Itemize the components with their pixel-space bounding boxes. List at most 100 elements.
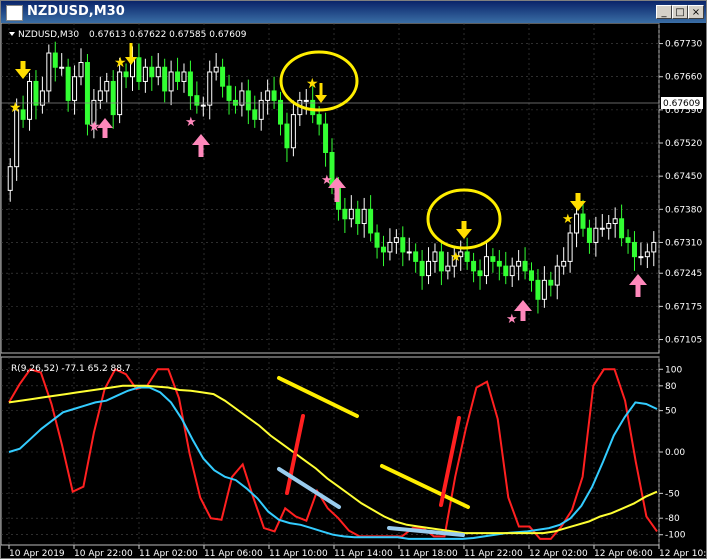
- candle-body: [471, 260, 477, 272]
- indicator-tick-label: 80: [665, 382, 677, 392]
- candle-body: [619, 218, 625, 239]
- candle-body: [368, 208, 374, 234]
- candle-body: [220, 66, 226, 87]
- candle-body: [445, 265, 451, 272]
- time-tick-label: 11 Apr 10:00: [269, 549, 328, 558]
- candle-body: [644, 251, 650, 258]
- indicator-axis: 100 80 50 0.00 -50 -80 -100: [659, 365, 686, 541]
- candle-body: [78, 62, 84, 78]
- candle-body: [496, 260, 502, 267]
- candle-body: [7, 166, 13, 191]
- candle-body: [561, 260, 567, 267]
- candle-body: [97, 90, 103, 101]
- candle-body: [213, 66, 219, 73]
- candle-body: [413, 251, 419, 262]
- candle-body: [271, 90, 277, 101]
- candle-body: [265, 90, 271, 101]
- candle-body: [548, 279, 554, 286]
- candle-body: [355, 208, 361, 225]
- indicator-tick-label: -80: [665, 514, 680, 524]
- candle-body: [194, 95, 200, 106]
- chart-canvas[interactable]: 0.677300.676600.675900.675200.674500.673…: [1, 23, 706, 558]
- candle-body: [477, 270, 483, 277]
- candle-body: [52, 52, 58, 68]
- time-tick-label: 12 Apr 10:00: [659, 549, 706, 558]
- price-tick-label: 0.67660: [665, 73, 702, 83]
- star-icon: ★: [88, 119, 101, 135]
- candle-body: [516, 260, 522, 267]
- candle-body: [14, 109, 20, 168]
- candle-body: [406, 251, 412, 254]
- candle-body: [200, 104, 206, 107]
- candle-body: [438, 251, 444, 272]
- candle-body: [651, 241, 657, 253]
- star-icon: ★: [450, 250, 462, 265]
- star-icon: ★: [9, 100, 22, 116]
- candle-body: [432, 251, 438, 262]
- time-tick-label: 11 Apr 22:00: [464, 549, 523, 558]
- indicator-tick-label: 100: [665, 365, 682, 375]
- indicator-tick-label: 0.00: [665, 448, 685, 458]
- candle-body: [393, 237, 399, 243]
- candle-body: [278, 99, 284, 125]
- candle-body: [586, 227, 592, 243]
- time-tick-label: 10 Apr 2019: [9, 549, 65, 558]
- price-tick-label: 0.67175: [665, 302, 702, 312]
- candle-body: [606, 223, 612, 229]
- price-tick-label: 0.67310: [665, 238, 702, 248]
- time-tick-label: 11 Apr 02:00: [139, 549, 198, 558]
- candle-body: [168, 71, 174, 92]
- candle-body: [612, 218, 618, 225]
- window-titlebar[interactable]: NZDUSD,M30 _ □ ×: [1, 1, 706, 23]
- candle-body: [46, 52, 52, 92]
- chart-app-icon: [6, 5, 23, 21]
- candle-body: [117, 71, 123, 116]
- maximize-button[interactable]: □: [672, 5, 688, 19]
- star-icon: ★: [506, 312, 518, 327]
- candle-body: [464, 251, 470, 262]
- candle-body: [503, 265, 509, 277]
- star-icon: ★: [185, 115, 197, 130]
- time-axis: 10 Apr 2019 10 Apr 22:00 11 Apr 02:00 11 Ap…: [8, 545, 706, 558]
- candle-body: [175, 71, 181, 82]
- candle-body: [187, 71, 193, 97]
- price-tick-label: 0.67520: [665, 139, 702, 149]
- price-tick-label: 0.67380: [665, 205, 702, 215]
- candle-body: [380, 246, 386, 253]
- time-tick-label: 10 Apr 22:00: [74, 549, 133, 558]
- candle-body: [323, 123, 329, 153]
- indicator-panel: [1, 356, 660, 546]
- candle-body: [27, 80, 33, 120]
- candle-body: [104, 80, 110, 92]
- candle-body: [316, 114, 322, 125]
- candle-body: [149, 66, 155, 78]
- candle-body: [310, 99, 316, 116]
- ohlc-label: 0.67613 0.67622 0.67585 0.67609: [89, 30, 247, 40]
- time-tick-label: 11 Apr 06:00: [204, 549, 263, 558]
- candle-body: [65, 66, 71, 101]
- indicator-header: R(9,26,52) -77.1 65.2 88.7: [11, 364, 131, 374]
- candle-body: [123, 71, 129, 78]
- candle-body: [541, 279, 547, 300]
- indicator-tick-label: -100: [665, 531, 686, 541]
- star-icon: ★: [321, 173, 333, 188]
- price-axis: 0.677300.676600.675900.675200.674500.673…: [659, 40, 702, 346]
- candle-body: [625, 237, 631, 243]
- candle-body: [535, 279, 541, 300]
- candle-body: [574, 213, 580, 234]
- candle-body: [567, 232, 573, 262]
- candle-body: [207, 71, 213, 106]
- candle-body: [387, 241, 393, 253]
- price-tick-label: 0.67730: [665, 40, 702, 50]
- minimize-button[interactable]: _: [656, 5, 672, 19]
- candle-body: [522, 260, 528, 272]
- candle-body: [483, 256, 489, 277]
- time-tick-label: 11 Apr 18:00: [399, 549, 458, 558]
- indicator-tick-label: 50: [665, 407, 677, 417]
- candle-body: [155, 66, 161, 78]
- candle-body: [252, 109, 258, 120]
- candle-body: [419, 260, 425, 277]
- close-button[interactable]: ×: [688, 5, 704, 19]
- time-tick-label: 12 Apr 02:00: [529, 549, 588, 558]
- star-icon: ★: [114, 55, 127, 71]
